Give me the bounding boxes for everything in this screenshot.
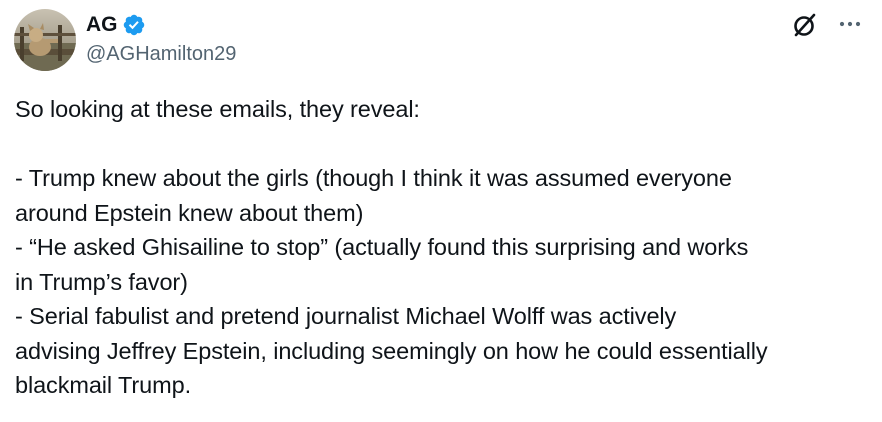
author-display-name[interactable]: AG [86, 11, 118, 39]
grok-icon[interactable] [790, 10, 820, 40]
avatar[interactable] [14, 9, 76, 71]
tweet-text-line: blackmail Trump. [15, 372, 192, 398]
tweet-text-line: in Trump’s favor) [15, 268, 188, 295]
tweet: AG @AGHamilton29 So looking at these ema… [0, 0, 882, 422]
more-options-icon[interactable] [834, 8, 866, 40]
tweet-text: So looking at these emails, they reveal:… [15, 92, 873, 403]
author-handle[interactable]: @AGHamilton29 [86, 41, 236, 67]
tweet-text-line: So looking at these emails, they reveal: [15, 96, 420, 122]
tweet-text-line: - Serial fabulist and pretend journalist… [15, 303, 677, 329]
tweet-text-line: advising Jeffrey Epstein, including seem… [15, 337, 768, 364]
avatar-photo-icon [14, 9, 76, 71]
verified-badge-icon[interactable] [122, 13, 146, 37]
tweet-text-line: - “He asked Ghisailine to stop” (actuall… [15, 234, 749, 260]
tweet-text-line: - Trump knew about the girls (though I t… [15, 165, 732, 191]
author-name-row: AG [86, 11, 146, 39]
tweet-text-line: around Epstein knew about them) [15, 199, 364, 226]
tweet-text-line [15, 127, 873, 162]
